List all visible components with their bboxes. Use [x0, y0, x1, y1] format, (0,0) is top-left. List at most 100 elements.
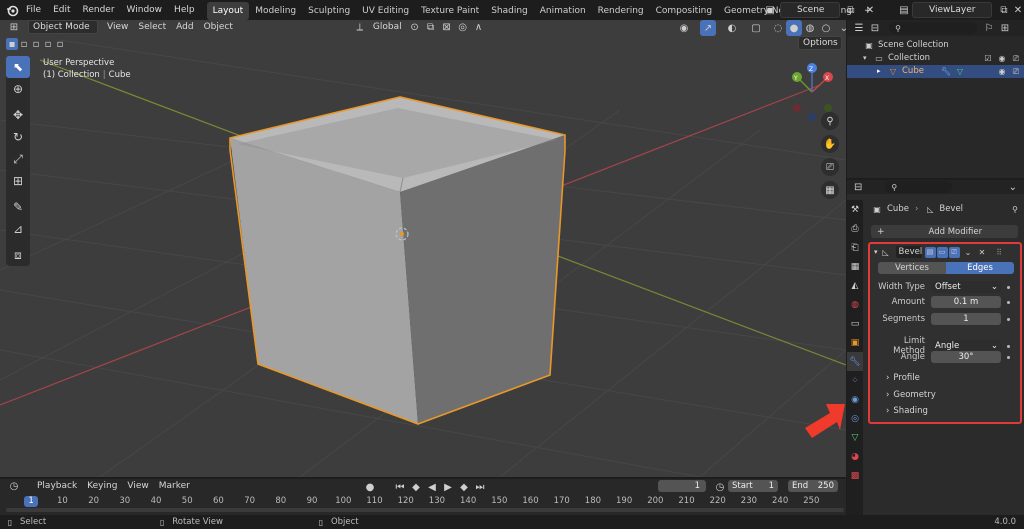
tab-physics-icon[interactable]: ◉: [847, 390, 863, 409]
tab-particles-icon[interactable]: ⁘: [847, 371, 863, 390]
expand-cube-icon[interactable]: ▸: [877, 65, 887, 78]
proportional-edit-icon[interactable]: ◎: [455, 20, 471, 35]
menu-add[interactable]: Add: [171, 22, 198, 32]
tab-rendering[interactable]: Rendering: [592, 2, 650, 20]
add-modifier-button[interactable]: + Add Modifier: [871, 225, 1018, 238]
options-dropdown[interactable]: Options: [798, 36, 842, 50]
scene-icon[interactable]: ▣: [762, 2, 778, 18]
overlay-icon[interactable]: ◐: [724, 20, 740, 36]
width-type-keyframe-icon[interactable]: [1007, 285, 1010, 289]
drag-handle-icon[interactable]: ⠿: [994, 244, 1005, 260]
measure-tool-icon[interactable]: ⊿: [6, 218, 30, 240]
tab-collection-icon[interactable]: ▭: [847, 314, 863, 333]
tab-scene-icon[interactable]: ◭: [847, 276, 863, 295]
modifier-wrench-icon[interactable]: 🔧︎: [940, 64, 952, 80]
segments-field[interactable]: 1: [931, 313, 1001, 325]
mesh-data-icon[interactable]: ▽: [954, 64, 966, 80]
segments-keyframe-icon[interactable]: [1007, 317, 1010, 321]
affect-vertices-button[interactable]: Vertices: [878, 262, 946, 274]
snapping-toggle-icon[interactable]: ⊠: [439, 20, 455, 35]
tab-shading[interactable]: Shading: [485, 2, 534, 20]
subpanel-profile[interactable]: › Profile: [886, 373, 920, 383]
menu-select[interactable]: Select: [133, 22, 171, 32]
tab-view-layer-icon[interactable]: ▦: [847, 257, 863, 276]
timeline-scrollbar[interactable]: [6, 508, 844, 512]
close-view-layer-icon[interactable]: ✕: [1010, 2, 1024, 18]
tab-material-icon[interactable]: ◕: [847, 447, 863, 466]
end-frame-field[interactable]: End 250: [788, 480, 838, 492]
filter-icon[interactable]: ⚐: [981, 20, 997, 36]
menu-edit[interactable]: Edit: [47, 0, 76, 20]
add-cube-tool-icon[interactable]: ⧈: [6, 244, 30, 266]
falloff-icon[interactable]: ∧: [471, 20, 487, 35]
pin-icon[interactable]: ⚲: [1009, 201, 1021, 217]
outliner-type-icon[interactable]: ☰: [851, 20, 867, 36]
editor-type-icon[interactable]: ⊞: [6, 20, 22, 35]
pan-hand-icon[interactable]: ✋: [821, 135, 839, 153]
tab-data-icon[interactable]: ▽: [847, 428, 863, 447]
menu-object[interactable]: Object: [199, 22, 238, 32]
close-scene-icon[interactable]: ✕: [862, 2, 878, 18]
camera-icon[interactable]: ⎚: [821, 158, 839, 176]
cube-object[interactable]: [229, 96, 566, 425]
annotate-tool-icon[interactable]: ✎: [6, 196, 30, 218]
shading-options-icon[interactable]: ⌄: [836, 20, 846, 36]
limit-method-keyframe-icon[interactable]: [1007, 344, 1010, 348]
amount-field[interactable]: 0.1 m: [931, 296, 1001, 308]
cube-render-camera-icon[interactable]: ⎚: [1010, 64, 1022, 80]
menu-file[interactable]: File: [20, 0, 47, 20]
start-frame-field[interactable]: Start 1: [728, 480, 778, 492]
tab-world-icon[interactable]: ◍: [847, 295, 863, 314]
menu-keying[interactable]: Keying: [82, 481, 122, 491]
render-toggle-icon[interactable]: ⎚: [948, 246, 960, 258]
select-intersect-icon[interactable]: ▫: [54, 38, 66, 50]
blender-logo-icon[interactable]: [4, 2, 20, 18]
timeline-editor-icon[interactable]: ◷: [6, 478, 22, 494]
modifier-dropdown-icon[interactable]: ⌄: [963, 244, 974, 260]
select-subtract-icon[interactable]: ▫: [30, 38, 42, 50]
angle-keyframe-icon[interactable]: [1007, 355, 1010, 359]
menu-timeline-view[interactable]: View: [122, 481, 153, 491]
edit-mode-toggle-icon[interactable]: ▤: [924, 246, 936, 258]
view-layer-selector[interactable]: ViewLayer: [912, 2, 992, 18]
tab-compositing[interactable]: Compositing: [650, 2, 718, 20]
remove-modifier-icon[interactable]: ✕: [977, 244, 988, 260]
move-tool-icon[interactable]: ✥: [6, 104, 30, 126]
scene-browse-icon[interactable]: ⧉: [843, 2, 859, 18]
outliner-row-cube[interactable]: ▸ ▽ Cube 🔧︎ ▽ ◉ ⎚: [847, 65, 1024, 78]
properties-options-icon[interactable]: ⌄: [1006, 179, 1020, 195]
gizmo-toggle-icon[interactable]: ↗: [700, 20, 716, 36]
3d-viewport[interactable]: X Y Z ⊞ Object Mode View Select Add Obje…: [0, 20, 846, 477]
tab-output-icon[interactable]: ⎗: [847, 238, 863, 257]
tab-texture-icon[interactable]: ▩: [847, 466, 863, 485]
properties-type-icon[interactable]: ⊟: [851, 179, 865, 195]
tab-layout[interactable]: Layout: [206, 1, 250, 20]
subpanel-geometry[interactable]: › Geometry: [886, 390, 936, 400]
tab-texture-paint[interactable]: Texture Paint: [415, 2, 485, 20]
properties-search-input[interactable]: ⚲: [885, 181, 952, 193]
frame-ruler[interactable]: 1 10 20 30 40 50 60 70 80 90 100 110 120 130 140 150 160…: [0, 493, 846, 515]
angle-field[interactable]: 30°: [931, 351, 1001, 363]
menu-window[interactable]: Window: [121, 0, 169, 20]
menu-marker[interactable]: Marker: [154, 481, 195, 491]
snap-icon[interactable]: ⧉: [423, 20, 439, 35]
grid-perspective-icon[interactable]: ▦: [821, 181, 839, 199]
new-collection-icon[interactable]: ⊞: [997, 20, 1013, 36]
transform-orientation-icon[interactable]: ⟂: [352, 20, 368, 35]
tab-tool-icon[interactable]: ⚒: [847, 200, 863, 219]
pivot-icon[interactable]: ⊙: [407, 20, 423, 35]
tab-animation[interactable]: Animation: [534, 2, 592, 20]
rendered-shading-icon[interactable]: ○: [818, 20, 834, 36]
solid-shading-icon[interactable]: ●: [786, 20, 802, 36]
menu-render[interactable]: Render: [77, 0, 121, 20]
viewport-scene[interactable]: X Y Z: [0, 20, 846, 477]
outliner-search-input[interactable]: ⚲: [889, 22, 977, 34]
zoom-icon[interactable]: ⚲: [821, 112, 839, 130]
menu-view[interactable]: View: [102, 22, 133, 32]
visibility-icon[interactable]: ◉: [676, 20, 692, 36]
tab-sculpting[interactable]: Sculpting: [302, 2, 356, 20]
transform-tool-icon[interactable]: ⊞: [6, 170, 30, 192]
tab-modeling[interactable]: Modeling: [249, 2, 302, 20]
cursor-tool-icon[interactable]: ⊕: [6, 78, 30, 100]
expand-collection-icon[interactable]: ▾: [863, 52, 873, 65]
